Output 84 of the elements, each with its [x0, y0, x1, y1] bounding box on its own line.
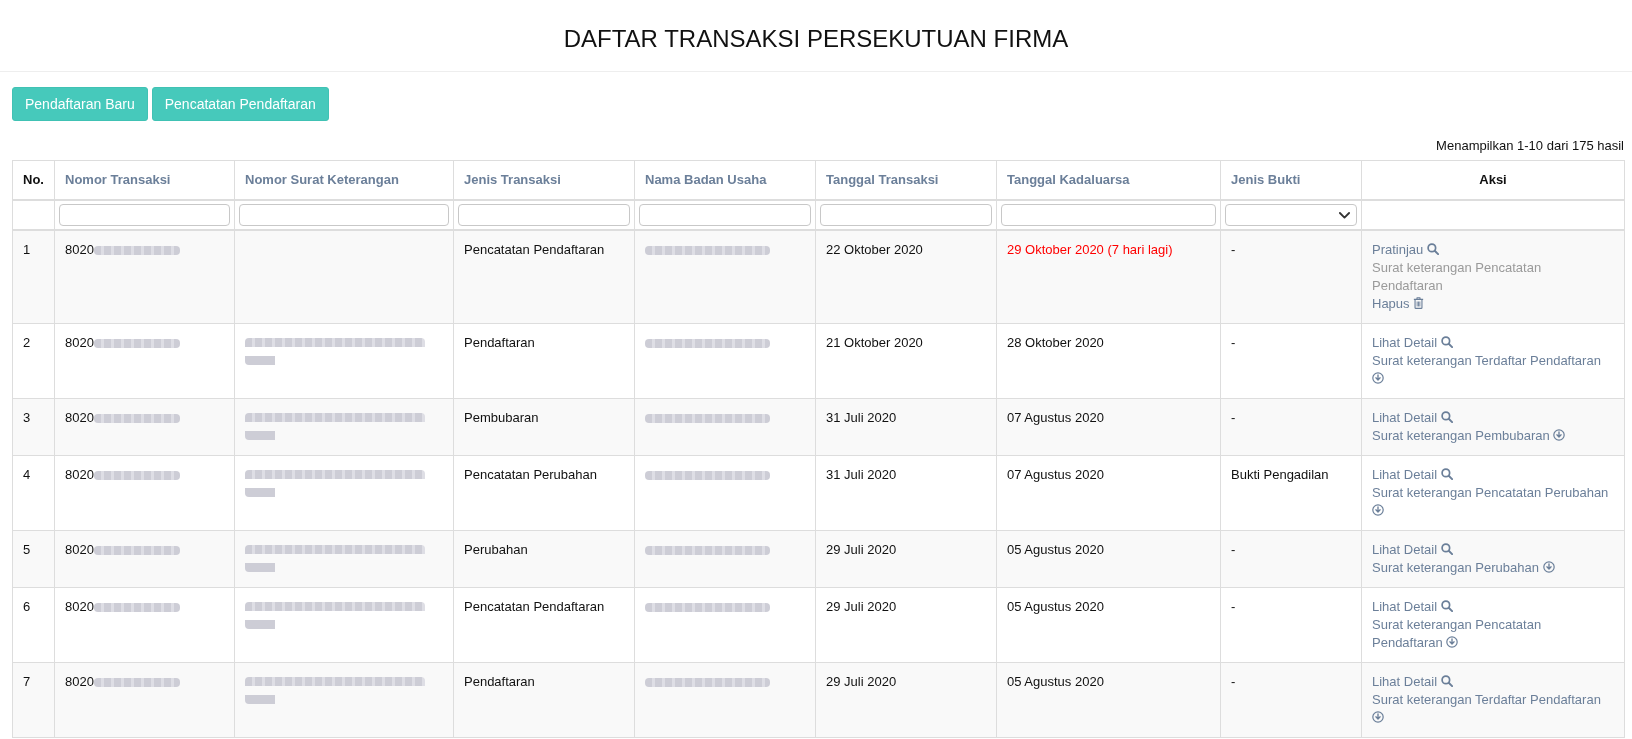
table-cell: 07 Agustus 2020: [996, 455, 1221, 531]
view-detail-link[interactable]: Lihat Detail: [1372, 409, 1453, 427]
download-circle-icon: [1446, 636, 1459, 648]
search-icon: [1426, 243, 1439, 255]
table-cell: Pendaftaran: [453, 323, 635, 399]
certificate-link[interactable]: Surat keterangan Pencatatan Pendaftaran: [1372, 616, 1614, 652]
table-cell: 7: [12, 662, 55, 738]
transaction-number: 8020: [65, 674, 94, 689]
table-cell: -: [1220, 398, 1362, 456]
table-cell: Perubahan: [453, 530, 635, 588]
table-cell: -: [1220, 323, 1362, 399]
search-icon: [1440, 411, 1453, 423]
table-cell: 4: [12, 455, 55, 531]
filter-input[interactable]: [59, 204, 230, 226]
search-icon: [1440, 468, 1453, 480]
certificate-link[interactable]: Surat keterangan Pencatatan Perubahan: [1372, 484, 1614, 520]
filter-input[interactable]: [458, 204, 630, 226]
table-cell: -: [1220, 587, 1362, 663]
table-cell: -: [1220, 230, 1362, 324]
view-detail-link[interactable]: Lihat Detail: [1372, 598, 1453, 616]
transaction-number: 8020: [65, 410, 94, 425]
table-cell: 28 Oktober 2020: [996, 323, 1221, 399]
transaction-number: 8020: [65, 335, 94, 350]
table-cell: 22 Oktober 2020: [815, 230, 997, 324]
table-cell: Bukti Pengadilan: [1220, 455, 1362, 531]
view-detail-link[interactable]: Lihat Detail: [1372, 334, 1453, 352]
download-circle-icon: [1553, 429, 1566, 441]
download-circle-icon: [1372, 504, 1384, 516]
table-cell: Pencatatan Pendaftaran: [453, 587, 635, 663]
column-header: No.: [23, 172, 44, 187]
view-detail-link[interactable]: Lihat Detail: [1372, 673, 1453, 691]
table-cell: 3: [12, 398, 55, 456]
table-cell: 29 Juli 2020: [815, 662, 997, 738]
table-cell: 05 Agustus 2020: [996, 587, 1221, 663]
table-cell: 6: [12, 587, 55, 663]
trash-icon: [1413, 297, 1425, 309]
view-detail-link[interactable]: Pratinjau: [1372, 241, 1439, 259]
filter-input[interactable]: [1001, 204, 1216, 226]
transaction-number: 8020: [65, 542, 94, 557]
search-icon: [1440, 600, 1453, 612]
table-cell: 29 Juli 2020: [815, 530, 997, 588]
table-cell: 05 Agustus 2020: [996, 662, 1221, 738]
filter-input[interactable]: [639, 204, 811, 226]
search-icon: [1440, 336, 1453, 348]
table-cell: 29 Oktober 2020 (7 hari lagi): [996, 230, 1221, 324]
table-cell: -: [1220, 530, 1362, 588]
certificate-link[interactable]: Surat keterangan Perubahan: [1372, 559, 1555, 577]
view-detail-link[interactable]: Lihat Detail: [1372, 541, 1453, 559]
column-sort-link[interactable]: Jenis Transaksi: [464, 172, 561, 187]
table-cell: 31 Juli 2020: [815, 398, 997, 456]
download-circle-icon: [1542, 561, 1555, 573]
view-detail-link[interactable]: Lihat Detail: [1372, 466, 1453, 484]
transaction-number: 8020: [65, 242, 94, 257]
table-cell: 2: [12, 323, 55, 399]
chevron-down-icon: [1339, 211, 1350, 219]
result-summary: Menampilkan 1-10 dari 175 hasil: [1436, 137, 1624, 155]
column-header: Aksi: [1479, 172, 1507, 187]
table-cell: 5: [12, 530, 55, 588]
search-icon: [1440, 675, 1453, 687]
table-cell: 21 Oktober 2020: [815, 323, 997, 399]
filter-select[interactable]: [1225, 204, 1357, 226]
search-icon: [1440, 543, 1453, 555]
table-cell: 29 Juli 2020: [815, 587, 997, 663]
delete-link[interactable]: Hapus: [1372, 295, 1425, 313]
filter-input[interactable]: [820, 204, 992, 226]
table-cell: Pembubaran: [453, 398, 635, 456]
download-circle-icon: [1372, 372, 1384, 384]
download-circle-icon: [1372, 711, 1384, 723]
transaction-number: 8020: [65, 599, 94, 614]
table-cell: Pencatatan Perubahan: [453, 455, 635, 531]
certificate-link[interactable]: Surat keterangan Terdaftar Pendaftaran: [1372, 352, 1614, 388]
table-cell: 05 Agustus 2020: [996, 530, 1221, 588]
certificate-link[interactable]: Surat keterangan Terdaftar Pendaftaran: [1372, 691, 1614, 727]
filter-input[interactable]: [239, 204, 449, 226]
table-cell: Pencatatan Pendaftaran: [453, 230, 635, 324]
table-cell: 07 Agustus 2020: [996, 398, 1221, 456]
table-cell: Pendaftaran: [453, 662, 635, 738]
transaction-number: 8020: [65, 467, 94, 482]
table-cell: -: [1220, 662, 1362, 738]
page-title: DAFTAR TRANSAKSI PERSEKUTUAN FIRMA: [563, 24, 1069, 53]
certificate-link[interactable]: Surat keterangan Pembubaran: [1372, 427, 1566, 445]
table-cell: 31 Juli 2020: [815, 455, 997, 531]
table-cell: 1: [12, 230, 55, 324]
column-sort-link[interactable]: Jenis Bukti: [1231, 172, 1301, 187]
